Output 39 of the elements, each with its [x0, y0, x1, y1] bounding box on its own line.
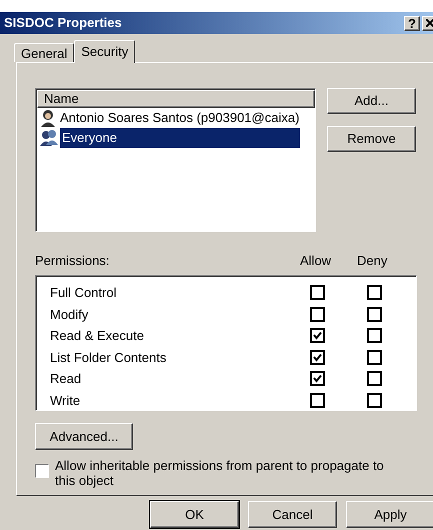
allow-header: Allow	[300, 252, 332, 270]
allow-checkbox[interactable]	[310, 392, 325, 408]
apply-button[interactable]: Apply	[346, 501, 433, 528]
column-header[interactable]: Name	[37, 90, 315, 108]
permission-name: Modify	[49, 306, 90, 324]
deny-checkbox[interactable]	[367, 285, 382, 300]
deny-checkbox[interactable]	[367, 306, 382, 322]
permissions-label: Permissions:	[35, 252, 110, 270]
ok-button[interactable]: OK	[150, 501, 239, 528]
inherit-label: Allow inheritable permissions from parent to propagate to this object	[55, 458, 385, 488]
close-icon	[426, 19, 433, 27]
deny-header: Deny	[357, 252, 388, 270]
inherit-checkbox[interactable]	[35, 464, 49, 478]
remove-button[interactable]: Remove	[327, 126, 416, 152]
window-title: SISDOC Properties	[4, 14, 122, 32]
deny-checkbox[interactable]	[367, 392, 382, 408]
permission-name: Full Control	[49, 284, 118, 302]
deny-checkbox[interactable]	[367, 328, 382, 344]
advanced-button[interactable]: Advanced...	[35, 423, 133, 450]
permission-name: Read	[49, 370, 82, 388]
allow-checkbox[interactable]	[310, 328, 325, 344]
tab[interactable]: General	[14, 43, 74, 62]
allow-checkbox[interactable]	[310, 306, 325, 322]
deny-checkbox[interactable]	[367, 350, 382, 365]
item-label: Antonio Soares Santos (p903901@caixa)	[59, 109, 300, 128]
cancel-button[interactable]: Cancel	[248, 501, 337, 528]
allow-checkbox[interactable]	[310, 371, 325, 386]
users-icon	[39, 129, 59, 147]
tab[interactable]: Security	[74, 40, 136, 63]
user-icon	[39, 109, 57, 127]
permission-name: List Folder Contents	[49, 348, 168, 366]
help-button[interactable]: ?	[404, 16, 420, 30]
deny-checkbox[interactable]	[367, 371, 382, 386]
permission-name: Read & Execute	[49, 327, 145, 345]
allow-checkbox[interactable]	[310, 285, 325, 300]
list-item[interactable]: Antonio Soares Santos (p903901@caixa)	[36, 108, 315, 128]
allow-checkbox[interactable]	[310, 350, 325, 365]
add-button[interactable]: Add...	[327, 88, 416, 114]
permission-name: Write	[49, 392, 82, 410]
